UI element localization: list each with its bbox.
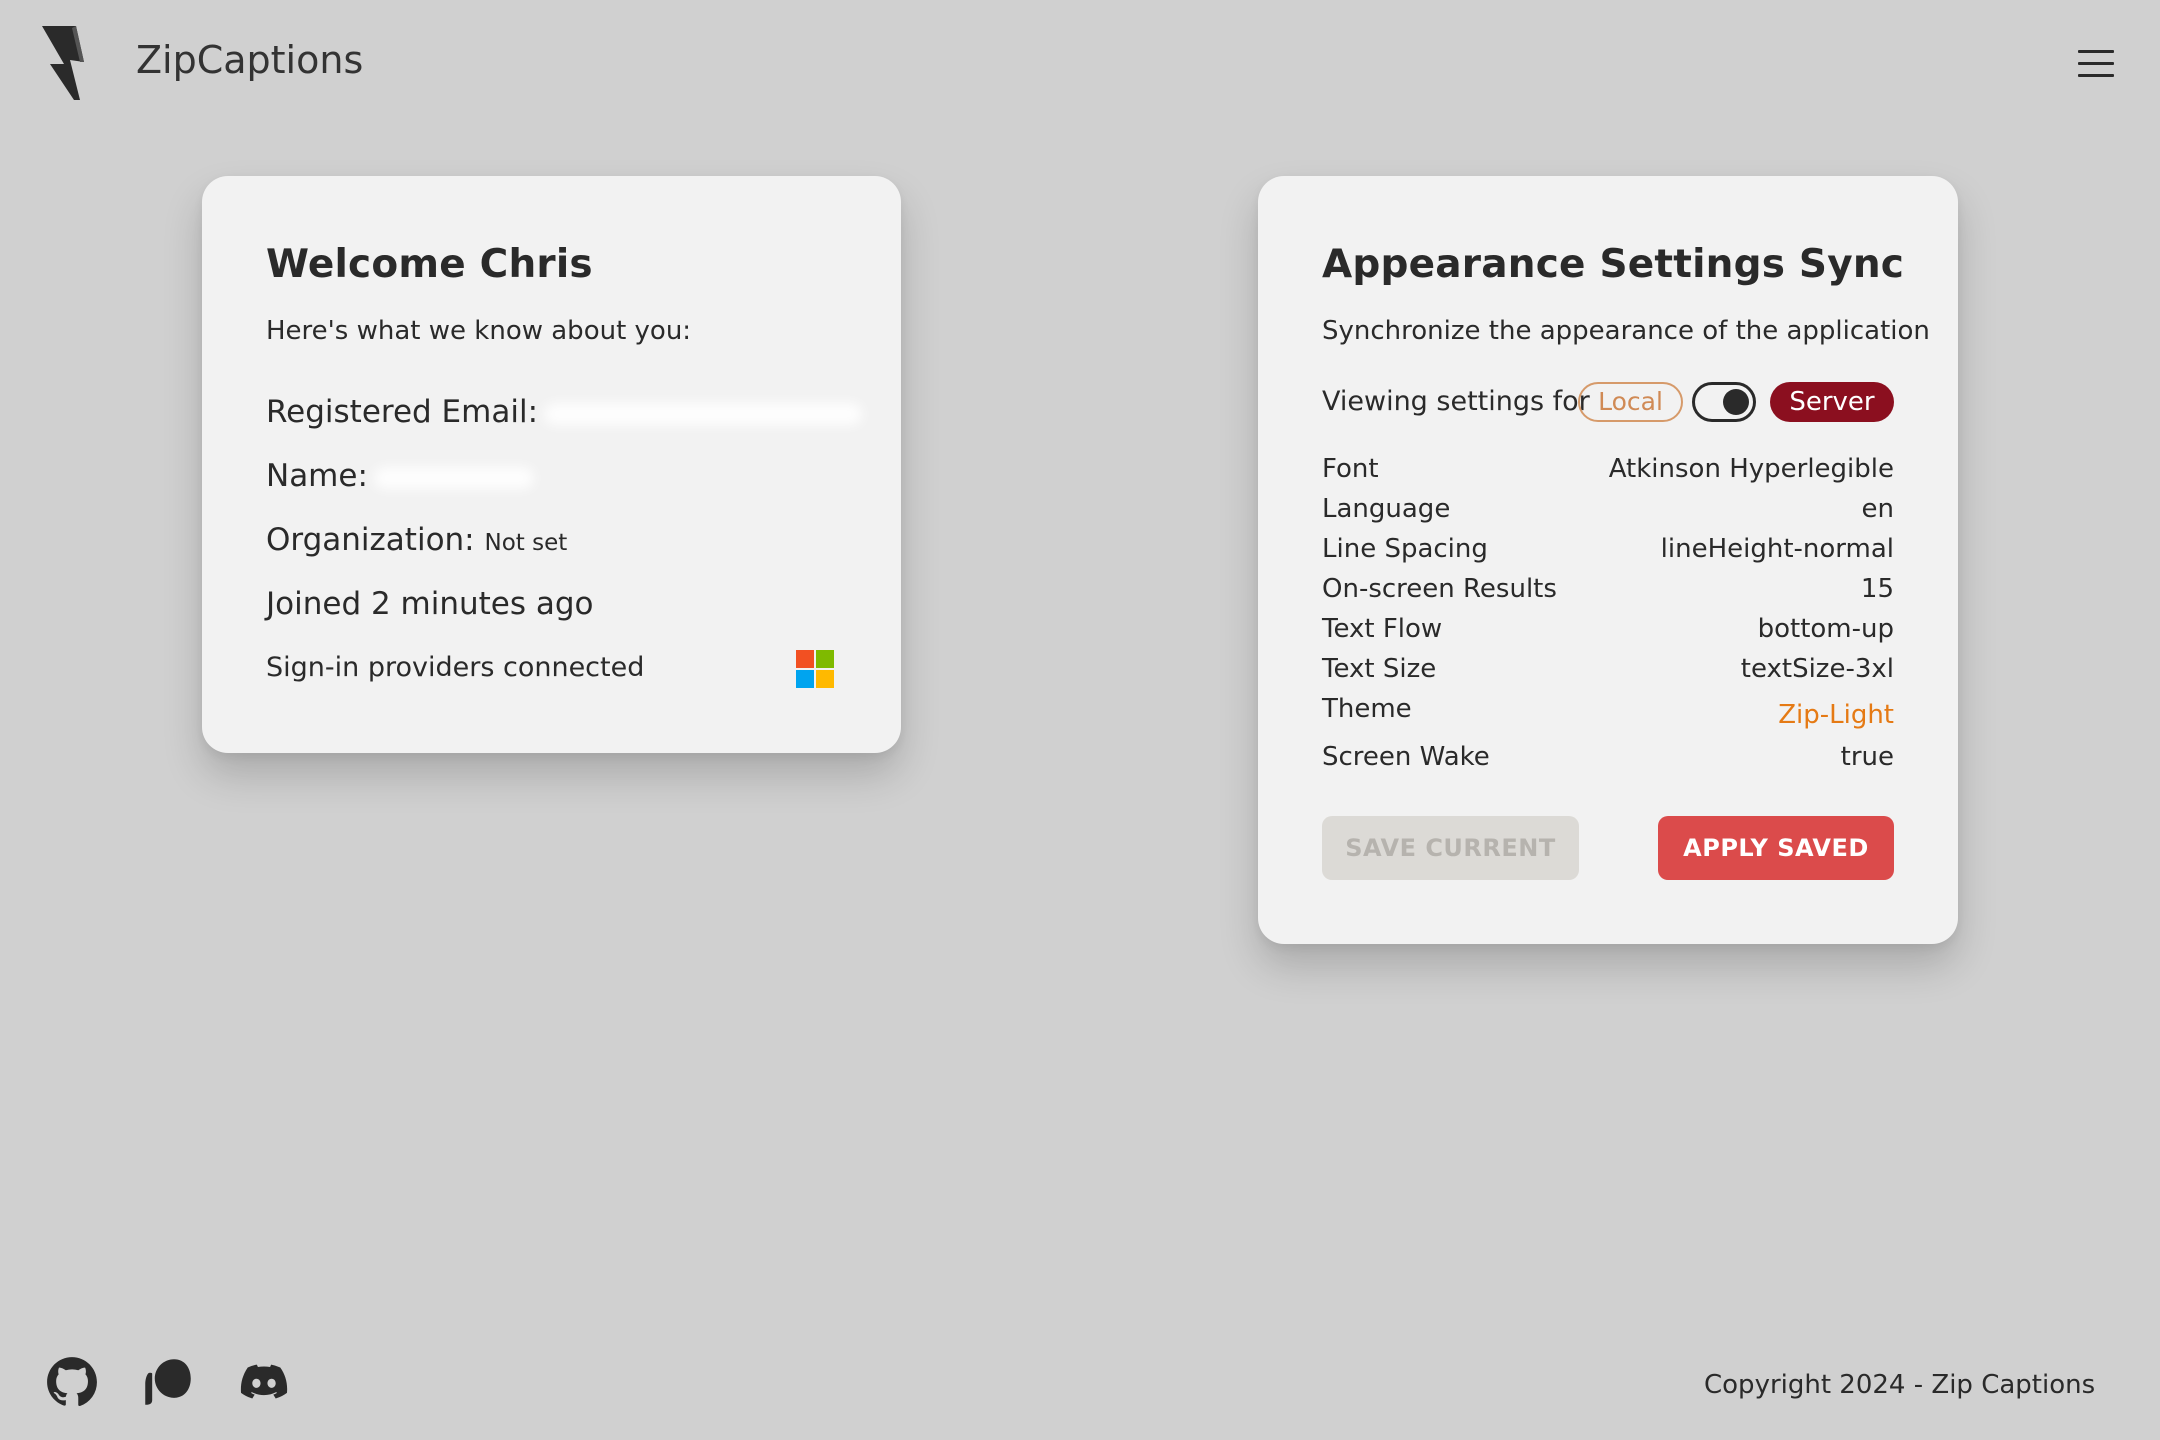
patreon-icon[interactable] — [142, 1356, 194, 1408]
setting-row-screen-wake: Screen Wake true — [1322, 728, 1894, 776]
microsoft-logo-icon — [796, 650, 834, 688]
server-pill[interactable]: Server — [1770, 382, 1894, 422]
setting-key: Language — [1322, 494, 1451, 524]
settings-list: Font Atkinson Hyperlegible Language en L… — [1322, 448, 1894, 776]
organization-label: Organization: — [266, 522, 475, 558]
discord-icon[interactable] — [238, 1356, 290, 1408]
setting-row-line-spacing: Line Spacing lineHeight-normal — [1322, 528, 1894, 568]
setting-value: 15 — [1860, 574, 1894, 604]
setting-value: true — [1840, 742, 1894, 772]
setting-key: Screen Wake — [1322, 742, 1490, 772]
profile-card: Welcome Chris Here's what we know about … — [202, 176, 901, 753]
setting-key: Theme — [1322, 694, 1412, 724]
name-label: Name: — [266, 458, 368, 494]
setting-row-onscreen-results: On-screen Results 15 — [1322, 568, 1894, 608]
setting-key: Text Flow — [1322, 614, 1443, 644]
email-row: Registered Email: — [266, 394, 863, 430]
settings-sync-card: Appearance Settings Sync Synchronize the… — [1258, 176, 1958, 944]
setting-value: textSize-3xl — [1740, 654, 1894, 684]
profile-subtitle: Here's what we know about you: — [266, 316, 692, 346]
name-value-redacted — [373, 466, 534, 489]
setting-key: On-screen Results — [1322, 574, 1557, 604]
setting-value: en — [1861, 494, 1894, 524]
app-header: ZipCaptions — [0, 0, 2160, 128]
providers-label: Sign-in providers connected — [266, 652, 645, 683]
app-title[interactable]: ZipCaptions — [136, 38, 363, 82]
joined-text: Joined 2 minutes ago — [266, 586, 594, 622]
save-current-button[interactable]: SAVE CURRENT — [1322, 816, 1579, 880]
setting-value: bottom-up — [1757, 614, 1894, 644]
viewing-settings-row: Viewing settings for Local Server — [1322, 382, 1894, 426]
local-pill[interactable]: Local — [1578, 382, 1683, 422]
lightning-bolt-logo-icon[interactable] — [36, 24, 94, 102]
local-server-toggle[interactable] — [1692, 382, 1756, 422]
setting-row-text-size: Text Size textSize-3xl — [1322, 648, 1894, 688]
setting-value: lineHeight-normal — [1660, 534, 1894, 564]
hamburger-menu-icon[interactable] — [2078, 50, 2116, 78]
setting-row-font: Font Atkinson Hyperlegible — [1322, 448, 1894, 488]
organization-row: Organization: Not set — [266, 522, 567, 558]
setting-key: Font — [1322, 454, 1379, 484]
settings-sync-title: Appearance Settings Sync — [1322, 242, 1905, 287]
copyright-text: Copyright 2024 - Zip Captions — [1704, 1370, 2096, 1400]
setting-row-text-flow: Text Flow bottom-up — [1322, 608, 1894, 648]
apply-saved-button[interactable]: APPLY SAVED — [1658, 816, 1894, 880]
viewing-settings-label: Viewing settings for — [1322, 386, 1590, 417]
organization-value: Not set — [484, 530, 568, 556]
github-icon[interactable] — [46, 1356, 98, 1408]
setting-key: Line Spacing — [1322, 534, 1488, 564]
theme-value-link[interactable]: Zip-Light — [1778, 700, 1894, 730]
settings-sync-subtitle: Synchronize the appearance of the applic… — [1322, 316, 1930, 346]
setting-key: Text Size — [1322, 654, 1437, 684]
setting-row-theme: Theme Zip-Light — [1322, 688, 1894, 730]
email-value-redacted — [544, 402, 863, 425]
email-label: Registered Email: — [266, 394, 539, 430]
setting-value: Atkinson Hyperlegible — [1608, 454, 1894, 484]
setting-row-language: Language en — [1322, 488, 1894, 528]
toggle-knob — [1723, 389, 1749, 415]
welcome-title: Welcome Chris — [266, 242, 593, 287]
name-row: Name: — [266, 458, 534, 494]
